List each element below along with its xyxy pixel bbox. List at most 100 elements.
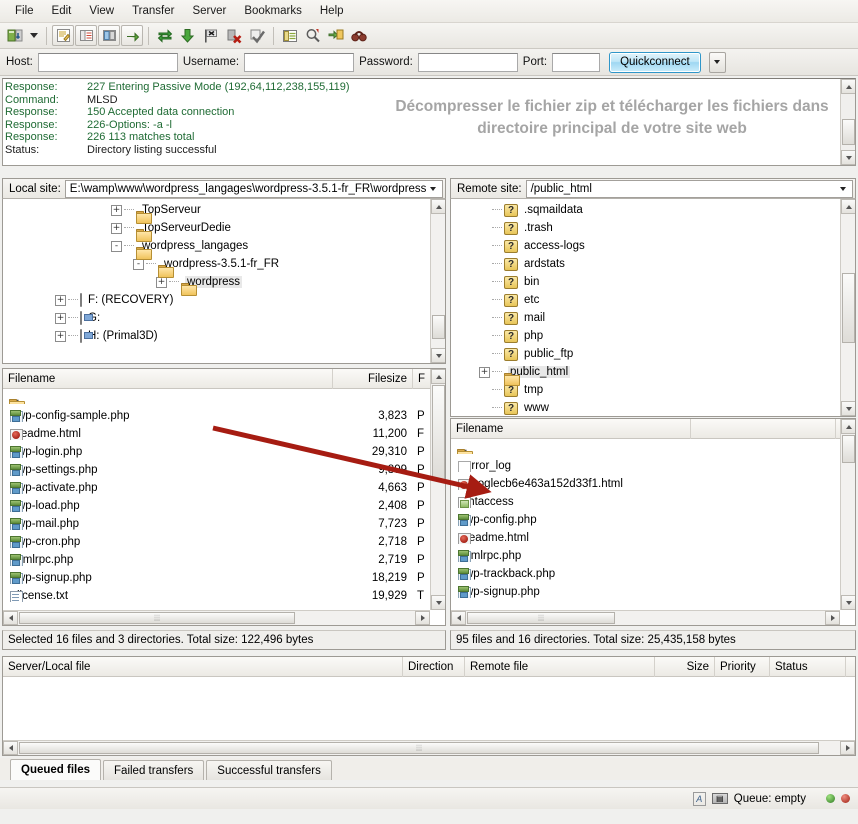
- local-list-scroll-down-button[interactable]: [431, 595, 445, 610]
- remote-tree-scrollbar[interactable]: [840, 199, 855, 416]
- local-list-vscrollbar[interactable]: [430, 369, 445, 610]
- disconnect-icon[interactable]: [223, 25, 245, 46]
- file-list-row[interactable]: wp-settings.php 9,899 P: [3, 461, 445, 479]
- username-input[interactable]: [244, 52, 355, 72]
- tree-item[interactable]: ? php: [451, 327, 855, 345]
- menu-item-edit[interactable]: Edit: [43, 3, 81, 19]
- file-list-row[interactable]: readme.html: [451, 529, 855, 547]
- queue-hscroll-thumb[interactable]: ⦙⦙⦙: [19, 742, 819, 754]
- local-file-list-header[interactable]: Filename Filesize F: [3, 369, 445, 389]
- menu-item-file[interactable]: File: [6, 3, 43, 19]
- tree-item[interactable]: ? .sqmaildata: [451, 201, 855, 219]
- file-list-row[interactable]: xmlrpc.php 2,719 P: [3, 551, 445, 569]
- remote-file-list[interactable]: Filename .. error_log googlecb6e463a152d33…: [450, 418, 856, 626]
- file-list-row[interactable]: wp-login.php 29,310 P: [3, 443, 445, 461]
- toggle-local-tree-icon[interactable]: [75, 25, 97, 46]
- remote-tree-scroll-down-button[interactable]: [841, 401, 855, 416]
- queue-hscrollbar[interactable]: ⦙⦙⦙: [3, 740, 855, 755]
- column-header[interactable]: [691, 419, 836, 439]
- file-list-row[interactable]: wp-cron.php 2,718 P: [3, 533, 445, 551]
- expand-icon[interactable]: +: [156, 276, 167, 288]
- tree-item[interactable]: ? access-logs: [451, 237, 855, 255]
- find-files-icon[interactable]: [348, 25, 370, 46]
- local-path-combo[interactable]: E:\wamp\www\wordpress_langages\wordpress…: [64, 179, 443, 198]
- tree-item[interactable]: + TopServeur: [3, 201, 445, 219]
- remote-list-vscrollbar[interactable]: [840, 419, 855, 610]
- remote-list-vscroll-thumb[interactable]: [842, 435, 855, 463]
- local-path-dropdown-icon[interactable]: [426, 180, 440, 197]
- queue-tab[interactable]: Failed transfers: [103, 760, 205, 780]
- file-list-row[interactable]: error_log: [451, 457, 855, 475]
- column-header[interactable]: Direction: [403, 657, 465, 677]
- queue-tab[interactable]: Successful transfers: [206, 760, 332, 780]
- file-list-row[interactable]: wp-config-sample.php 3,823 P: [3, 407, 445, 425]
- tree-item[interactable]: + public_html: [451, 363, 855, 381]
- expand-icon[interactable]: +: [111, 222, 122, 234]
- queue-tabs[interactable]: Queued files Failed transfers Successful t…: [0, 758, 858, 780]
- synchronized-browsing-icon[interactable]: [325, 25, 347, 46]
- local-list-hscrollbar[interactable]: ⦙⦙⦙: [3, 610, 430, 625]
- remote-list-hscroll-thumb[interactable]: ⦙⦙⦙: [467, 612, 615, 624]
- queue-tab[interactable]: Queued files: [10, 759, 102, 780]
- tree-item[interactable]: ? bin: [451, 273, 855, 291]
- file-list-row[interactable]: xmlrpc.php: [451, 547, 855, 565]
- column-header[interactable]: Filename: [3, 369, 333, 389]
- tree-item[interactable]: + F: (RECOVERY): [3, 291, 445, 309]
- file-list-row[interactable]: wp-config.php: [451, 511, 855, 529]
- remote-list-scroll-right-button[interactable]: [825, 611, 840, 625]
- collapse-icon[interactable]: -: [111, 240, 122, 252]
- local-list-vscroll-thumb[interactable]: [432, 385, 445, 481]
- reconnect-icon[interactable]: [246, 25, 268, 46]
- process-queue-icon[interactable]: [177, 25, 199, 46]
- tree-item[interactable]: ? etc: [451, 291, 855, 309]
- queue-scroll-right-button[interactable]: [840, 741, 855, 755]
- site-manager-icon[interactable]: [4, 25, 26, 46]
- transfer-speed-icon[interactable]: ▤: [711, 793, 728, 804]
- remote-path-combo[interactable]: /public_html: [525, 179, 853, 198]
- local-tree-scrollbar[interactable]: [430, 199, 445, 363]
- toggle-message-log-icon[interactable]: [52, 25, 74, 46]
- refresh-icon[interactable]: [154, 25, 176, 46]
- tree-item[interactable]: ? mail: [451, 309, 855, 327]
- local-tree-scroll-down-button[interactable]: [431, 348, 445, 363]
- local-list-scroll-left-button[interactable]: [3, 611, 18, 625]
- remote-directory-tree[interactable]: ? .sqmaildata? .trash? access-logs? ardstats…: [450, 199, 856, 417]
- file-list-row[interactable]: license.txt 19,929 T: [3, 587, 445, 605]
- tree-item[interactable]: + H: (Primal3D): [3, 327, 445, 345]
- site-manager-dropdown-icon[interactable]: [27, 25, 41, 46]
- expand-icon[interactable]: +: [55, 294, 66, 306]
- remote-list-scroll-up-button[interactable]: [841, 419, 855, 434]
- tree-item[interactable]: - wordpress_langages: [3, 237, 445, 255]
- file-list-row[interactable]: wp-load.php 2,408 P: [3, 497, 445, 515]
- local-file-list[interactable]: Filename Filesize F .. wp-config-sample.php…: [2, 368, 446, 626]
- remote-file-list-header[interactable]: Filename: [451, 419, 855, 439]
- tree-item[interactable]: ? ardstats: [451, 255, 855, 273]
- expand-icon[interactable]: +: [479, 366, 490, 378]
- file-list-row[interactable]: wp-trackback.php: [451, 565, 855, 583]
- transfer-queue-body[interactable]: [3, 677, 855, 741]
- expand-icon[interactable]: +: [111, 204, 122, 216]
- file-list-row[interactable]: ..: [3, 389, 445, 407]
- password-input[interactable]: [417, 52, 518, 72]
- local-list-scroll-up-button[interactable]: [431, 369, 445, 384]
- file-list-row[interactable]: wp-signup.php: [451, 583, 855, 601]
- file-list-row[interactable]: ..: [451, 439, 855, 457]
- cancel-operation-icon[interactable]: [200, 25, 222, 46]
- collapse-icon[interactable]: -: [133, 258, 144, 270]
- tree-item[interactable]: + wordpress: [3, 273, 445, 291]
- transfer-queue-header[interactable]: Server/Local file Direction Remote file Siz…: [3, 657, 855, 677]
- local-list-hscroll-thumb[interactable]: ⦙⦙⦙: [19, 612, 295, 624]
- local-directory-tree[interactable]: + TopServeur + TopServeurDedie - wordpress_la…: [2, 199, 446, 364]
- file-list-row[interactable]: wp-mail.php 7,723 P: [3, 515, 445, 533]
- file-list-row[interactable]: wp-signup.php 18,219 P: [3, 569, 445, 587]
- remote-path-dropdown-icon[interactable]: [836, 180, 850, 197]
- filter-icon[interactable]: [279, 25, 301, 46]
- remote-list-hscrollbar[interactable]: ⦙⦙⦙: [451, 610, 840, 625]
- expand-icon[interactable]: +: [55, 330, 66, 342]
- menu-item-server[interactable]: Server: [183, 3, 235, 19]
- menu-item-view[interactable]: View: [80, 3, 123, 19]
- column-header[interactable]: Size: [655, 657, 715, 677]
- toggle-remote-tree-icon[interactable]: [98, 25, 120, 46]
- column-header[interactable]: Status: [770, 657, 846, 677]
- file-list-row[interactable]: wp-activate.php 4,663 P: [3, 479, 445, 497]
